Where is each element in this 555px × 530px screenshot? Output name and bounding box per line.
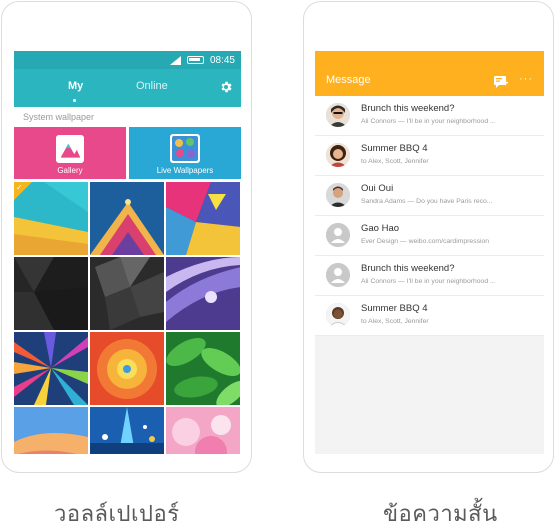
default-avatar-icon	[326, 263, 350, 287]
message-list: Brunch this weekend? Ali Connors — I'll …	[315, 96, 544, 336]
wallpaper-thumb[interactable]	[166, 332, 240, 405]
message-sender: Gao Hao	[361, 223, 400, 234]
message-caption: ข้อความสั้น	[383, 502, 498, 527]
avatar	[326, 143, 350, 167]
more-options-icon[interactable]: ···	[519, 73, 533, 85]
live-wallpaper-icon	[170, 134, 200, 163]
wallpaper-thumb[interactable]	[14, 257, 88, 330]
wallpaper-thumb-selected[interactable]: ✓	[14, 182, 88, 255]
message-snippet: Sandra Adams — Do you have Paris reco...	[361, 198, 493, 205]
wallpaper-thumb[interactable]	[14, 407, 88, 454]
wallpaper-thumb[interactable]	[166, 182, 240, 255]
message-sender: Oui Oui	[361, 183, 394, 194]
checkmark-icon: ✓	[16, 183, 23, 192]
message-header: Message ···	[315, 51, 544, 96]
battery-icon	[186, 56, 204, 64]
wallpaper-thumb[interactable]	[90, 407, 164, 454]
wallpaper-tabbar: My Online	[14, 69, 241, 107]
message-title: Message	[326, 74, 371, 86]
list-item[interactable]: Summer BBQ 4 to Alex, Scott, Jennifer	[315, 136, 544, 176]
list-item[interactable]: Summer BBQ 4 to Alex, Scott, Jennifer	[315, 296, 544, 336]
tab-my[interactable]: My	[68, 80, 83, 92]
message-sender: Summer BBQ 4	[361, 303, 428, 314]
message-sender: Brunch this weekend?	[361, 263, 455, 274]
list-item[interactable]: Brunch this weekend? Ali Connors — I'll …	[315, 96, 544, 136]
wallpaper-thumb[interactable]	[90, 332, 164, 405]
message-sender: Summer BBQ 4	[361, 143, 428, 154]
status-time: 08:45	[209, 54, 235, 66]
avatar	[326, 103, 350, 127]
message-snippet: to Alex, Scott, Jennifer	[361, 158, 429, 165]
gallery-tile[interactable]: Gallery	[14, 127, 126, 179]
gear-icon[interactable]	[219, 80, 233, 94]
gallery-icon	[56, 135, 84, 163]
message-snippet: Ever Design — weibo.com/cardimpression	[361, 238, 490, 245]
message-snippet: Ali Connors — I'll be in your neighborho…	[361, 118, 496, 125]
message-snippet: Ali Connors — I'll be in your neighborho…	[361, 278, 496, 285]
list-item[interactable]: Oui Oui Sandra Adams — Do you have Paris…	[315, 176, 544, 216]
active-tab-indicator	[73, 99, 76, 102]
message-sender: Brunch this weekend?	[361, 103, 455, 114]
live-wallpapers-label: Live Wallpapers	[156, 166, 214, 175]
list-item[interactable]: Gao Hao Ever Design — weibo.com/cardimpr…	[315, 216, 544, 256]
system-wallpaper-label: System wallpaper	[14, 107, 241, 127]
status-bar: 08:45	[14, 51, 241, 69]
message-snippet: to Alex, Scott, Jennifer	[361, 318, 429, 325]
message-phone-frame: Message ··· Brunch this weekend? Ali Con…	[303, 1, 554, 473]
live-wallpapers-tile[interactable]: Live Wallpapers	[129, 127, 241, 179]
wallpaper-thumb[interactable]	[90, 182, 164, 255]
wallpaper-screen: 08:45 My Online System wallpaper Gallery	[14, 51, 241, 454]
default-avatar-icon	[326, 223, 350, 247]
compose-message-icon[interactable]	[494, 76, 508, 88]
avatar	[326, 303, 350, 327]
wallpaper-thumb[interactable]	[166, 407, 240, 454]
signal-icon	[169, 55, 181, 65]
wallpaper-caption: วอลล์เปเปอร์	[54, 502, 180, 527]
wallpaper-thumb[interactable]	[14, 332, 88, 405]
message-screen: Message ··· Brunch this weekend? Ali Con…	[315, 51, 544, 454]
wallpaper-thumb[interactable]	[166, 257, 240, 330]
gallery-label: Gallery	[57, 166, 83, 175]
wallpaper-phone-frame: 08:45 My Online System wallpaper Gallery	[1, 1, 252, 473]
avatar	[326, 183, 350, 207]
tab-online[interactable]: Online	[136, 80, 168, 92]
wallpaper-thumb[interactable]	[90, 257, 164, 330]
list-item[interactable]: Brunch this weekend? Ali Connors — I'll …	[315, 256, 544, 296]
